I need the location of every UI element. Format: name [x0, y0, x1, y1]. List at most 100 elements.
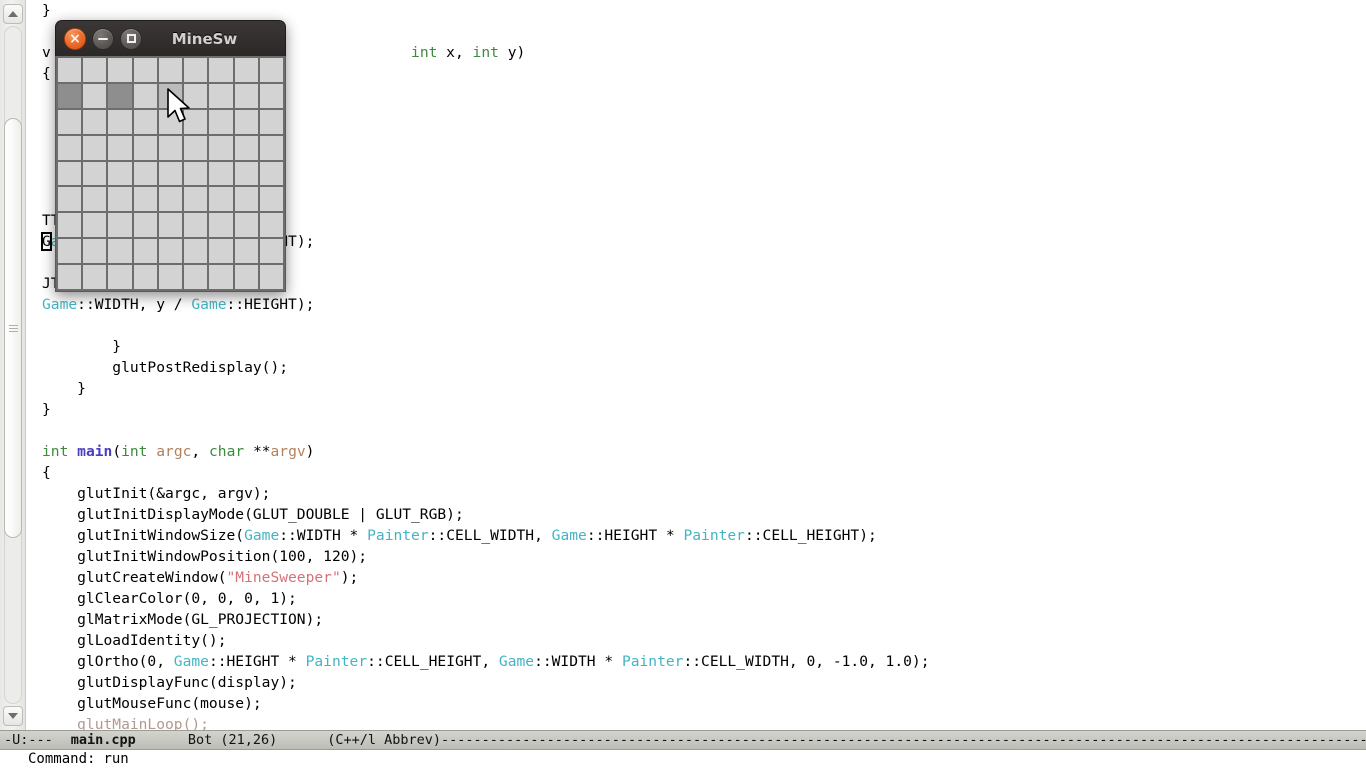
grid-cell[interactable] — [209, 83, 233, 108]
grid-cell[interactable] — [58, 187, 82, 212]
grid-cell[interactable] — [133, 58, 157, 82]
grid-cell[interactable] — [184, 135, 208, 160]
grid-cell[interactable] — [158, 58, 183, 82]
grid-cell[interactable] — [209, 135, 233, 160]
grid-cell[interactable] — [259, 187, 283, 212]
grid-cell[interactable] — [108, 265, 132, 289]
grid-cell[interactable] — [58, 58, 82, 82]
grid-cell[interactable] — [133, 109, 157, 134]
grid-cell[interactable] — [234, 161, 258, 186]
grid-cell[interactable] — [158, 187, 183, 212]
grid-cell[interactable] — [58, 161, 82, 186]
grid-cell[interactable] — [184, 161, 208, 186]
code-token: glutInit(&argc, argv); — [42, 485, 271, 502]
grid-cell[interactable] — [58, 135, 82, 160]
scrollbar-up-button[interactable] — [3, 4, 23, 24]
grid-cell[interactable] — [184, 187, 208, 212]
grid-cell[interactable] — [259, 265, 283, 289]
grid-cell[interactable] — [108, 187, 132, 212]
code-line: glutMouseFunc(mouse); — [27, 693, 1366, 714]
grid-cell[interactable] — [234, 213, 258, 238]
grid-cell[interactable] — [234, 58, 258, 82]
grid-cell[interactable] — [158, 161, 183, 186]
maximize-button[interactable] — [120, 27, 142, 50]
minimize-button[interactable] — [92, 27, 114, 50]
grip-icon — [8, 323, 18, 334]
grid-cell[interactable] — [108, 109, 132, 134]
grid-cell[interactable] — [133, 213, 157, 238]
code-token: glutInitWindowSize( — [42, 527, 245, 544]
grid-cell[interactable] — [83, 83, 107, 108]
grid-cell[interactable] — [58, 265, 82, 289]
grid-cell[interactable] — [108, 161, 132, 186]
grid-cell[interactable] — [259, 58, 283, 82]
grid-cell[interactable] — [83, 161, 107, 186]
minesweeper-titlebar[interactable]: × MineSw — [55, 20, 286, 56]
grid-cell[interactable] — [209, 161, 233, 186]
grid-cell[interactable] — [158, 265, 183, 289]
grid-cell[interactable] — [108, 135, 132, 160]
grid-cell[interactable] — [133, 83, 157, 108]
grid-cell[interactable] — [133, 135, 157, 160]
grid-cell[interactable] — [209, 213, 233, 238]
grid-cell[interactable] — [209, 265, 233, 289]
close-icon: × — [69, 30, 81, 47]
editor-scrollbar[interactable] — [0, 0, 26, 730]
scrollbar-down-button[interactable] — [3, 706, 23, 726]
grid-cell[interactable] — [133, 187, 157, 212]
grid-cell[interactable] — [259, 109, 283, 134]
grid-cell[interactable] — [259, 135, 283, 160]
grid-cell[interactable] — [108, 239, 132, 264]
grid-cell[interactable] — [83, 109, 107, 134]
grid-cell[interactable] — [83, 58, 107, 82]
grid-cell[interactable] — [158, 213, 183, 238]
grid-cell[interactable] — [259, 83, 283, 108]
grid-cell[interactable] — [234, 239, 258, 264]
close-button[interactable]: × — [64, 27, 86, 50]
minesweeper-window[interactable]: × MineSw — [55, 20, 286, 292]
grid-cell[interactable] — [234, 265, 258, 289]
grid-cell[interactable] — [259, 161, 283, 186]
grid-cell[interactable] — [209, 239, 233, 264]
code-token: } — [42, 2, 51, 19]
grid-cell[interactable] — [209, 58, 233, 82]
grid-cell[interactable] — [83, 135, 107, 160]
grid-cell[interactable] — [234, 109, 258, 134]
grid-cell[interactable] — [184, 213, 208, 238]
grid-cell[interactable] — [58, 83, 82, 108]
grid-cell[interactable] — [158, 239, 183, 264]
grid-cell[interactable] — [209, 187, 233, 212]
grid-cell[interactable] — [58, 213, 82, 238]
grid-cell[interactable] — [83, 213, 107, 238]
grid-cell[interactable] — [83, 265, 107, 289]
grid-cell[interactable] — [184, 58, 208, 82]
grid-cell[interactable] — [184, 239, 208, 264]
grid-cell[interactable] — [234, 187, 258, 212]
grid-cell[interactable] — [108, 213, 132, 238]
maximize-icon — [126, 34, 136, 43]
grid-cell[interactable] — [58, 239, 82, 264]
grid-cell[interactable] — [133, 161, 157, 186]
code-token: glutDisplayFunc(display); — [42, 674, 297, 691]
grid-cell[interactable] — [108, 58, 132, 82]
grid-cell[interactable] — [234, 83, 258, 108]
grid-cell[interactable] — [58, 109, 82, 134]
modeline-buffer-name: main.cpp — [70, 732, 136, 748]
grid-cell[interactable] — [184, 265, 208, 289]
code-line: glutCreateWindow("MineSweeper"); — [27, 567, 1366, 588]
code-token: ::WIDTH * — [279, 527, 368, 544]
grid-cell[interactable] — [83, 187, 107, 212]
grid-cell[interactable] — [209, 109, 233, 134]
grid-cell[interactable] — [234, 135, 258, 160]
grid-cell[interactable] — [133, 239, 157, 264]
grid-cell[interactable] — [158, 135, 183, 160]
grid-cell[interactable] — [83, 239, 107, 264]
grid-cell[interactable] — [133, 265, 157, 289]
grid-cell[interactable] — [259, 213, 283, 238]
grid-cell[interactable] — [259, 239, 283, 264]
grid-cell[interactable] — [108, 83, 132, 108]
scrollbar-thumb[interactable] — [4, 118, 22, 538]
emacs-window: } v t state, int x, int y){ TTON:Game::W… — [0, 0, 1366, 768]
minibuffer[interactable]: Command: run — [0, 750, 1366, 768]
modeline-filler: ----------------------------------------… — [441, 732, 1366, 748]
